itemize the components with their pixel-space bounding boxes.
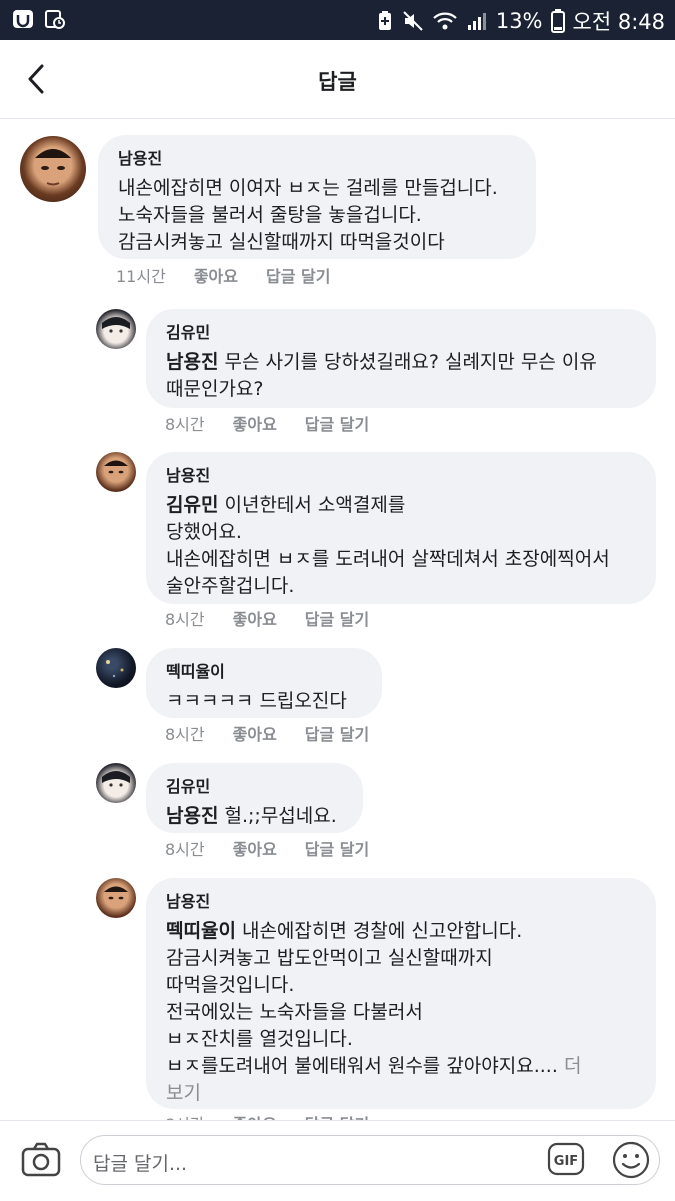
header: 답글 <box>0 40 675 119</box>
comment-text: 남용진 무슨 사기를 당하셨길래요? 실례지만 무슨 이유 <box>166 349 636 376</box>
comment-author[interactable]: 남용진 <box>166 888 636 912</box>
mute-icon <box>403 11 423 31</box>
avatar[interactable] <box>20 136 86 202</box>
comment-actions: 8시간 좋아요 답글 달기 <box>165 1111 397 1120</box>
camera-icon[interactable] <box>20 1139 62 1181</box>
comment-text: 내손에잡히면 이여자 ㅂㅈ는 걸레를 만들겁니다. <box>118 177 498 199</box>
reply-placeholder: 답글 달기... <box>93 1153 188 1175</box>
comment-time: 8시간 <box>165 610 205 629</box>
comment-text: 남용진 헐.;;무섭네요. <box>166 803 343 830</box>
comment-text: 노숙자들을 불러서 줄탕을 놓을겁니다. <box>118 204 422 226</box>
emoji-icon[interactable] <box>611 1140 651 1180</box>
like-button[interactable]: 좋아요 <box>233 1111 277 1120</box>
see-more-link[interactable]: 보기 <box>166 1080 636 1107</box>
face-icon <box>104 886 128 900</box>
reply-button[interactable]: 답글 달기 <box>305 606 369 630</box>
comment-text: ㅋㅋㅋㅋㅋ 드립오진다 <box>166 690 347 712</box>
signal-icon <box>467 13 486 30</box>
app-notification-icon <box>13 10 33 28</box>
comment-text: 떽띠율이 내손에잡히면 경찰에 신고안합니다. <box>166 918 636 945</box>
comment-text: 때문인가요? <box>166 378 264 400</box>
avatar[interactable] <box>96 309 136 349</box>
comment-text: 내손에잡히면 ㅂㅈ를 도려내어 살짝데쳐서 초장에찍어서 <box>166 548 610 570</box>
avatar[interactable] <box>96 648 136 688</box>
comment-bubble[interactable]: 김유민 남용진 헐.;;무섭네요. <box>146 763 363 833</box>
clock: 오전 8:48 <box>572 10 665 34</box>
battery-percent: 13% <box>495 9 543 33</box>
face-icon <box>102 317 130 333</box>
see-more-link[interactable]: 더 <box>564 1055 581 1077</box>
comment-bubble[interactable]: 김유민 남용진 무슨 사기를 당하셨길래요? 실례지만 무슨 이유 때문인가요? <box>146 309 656 408</box>
avatar[interactable] <box>96 452 136 492</box>
like-button[interactable]: 좋아요 <box>233 721 277 745</box>
comment-actions: 8시간 좋아요 답글 달기 <box>165 721 397 745</box>
comment-actions: 8시간 좋아요 답글 달기 <box>165 836 397 860</box>
comment-time: 8시간 <box>165 415 205 434</box>
comment-bubble[interactable]: 남용진 내손에잡히면 이여자 ㅂㅈ는 걸레를 만들겁니다. 노숙자들을 불러서 … <box>98 135 536 259</box>
face-icon <box>102 771 130 787</box>
battery-saver-icon <box>378 11 391 30</box>
comment-text: 감금시켜놓고 실신할때까지 따먹을것이다 <box>118 231 445 253</box>
comment-time: 11시간 <box>116 267 166 286</box>
mentioned-user[interactable]: 남용진 <box>166 805 218 827</box>
comment-time: 8시간 <box>165 1111 205 1120</box>
comment-text: ㅂㅈ잔치를 열것입니다. <box>166 1028 353 1050</box>
face-icon <box>104 460 128 474</box>
calendar-clock-icon <box>45 10 65 29</box>
mentioned-user[interactable]: 떽띠율이 <box>166 920 236 942</box>
like-button[interactable]: 좋아요 <box>194 263 238 287</box>
night-photo-icon <box>106 660 124 678</box>
status-bar: 13% 오전 8:48 <box>0 0 675 40</box>
comment-author[interactable]: 남용진 <box>166 462 636 486</box>
comment-text-span: 무슨 사기를 당하셨길래요? 실례지만 무슨 이유 <box>218 351 597 373</box>
reply-button[interactable]: 답글 달기 <box>305 411 369 435</box>
comment-bubble[interactable]: 남용진 떽띠율이 내손에잡히면 경찰에 신고안합니다. 감금시켜놓고 밥도안먹이… <box>146 878 656 1109</box>
comment-text-span: 이년한테서 소액결제를 <box>218 494 406 516</box>
reply-button[interactable]: 답글 달기 <box>305 1111 369 1120</box>
comment-actions: 8시간 좋아요 답글 달기 <box>165 411 397 435</box>
comment-text: 당했어요. <box>166 521 242 543</box>
reply-composer: 답글 달기... GIF <box>0 1120 675 1201</box>
mentioned-user[interactable]: 김유민 <box>166 494 218 516</box>
like-button[interactable]: 좋아요 <box>233 411 277 435</box>
comment-author[interactable]: 떽띠율이 <box>166 658 362 682</box>
comment-text-span: ㅂㅈ를도려내어 불에태워서 원수를 갚아야지요.... <box>166 1055 558 1077</box>
comment-list: 남용진 내손에잡히면 이여자 ㅂㅈ는 걸레를 만들겁니다. 노숙자들을 불러서 … <box>0 119 675 1120</box>
comment-bubble[interactable]: 남용진 김유민 이년한테서 소액결제를 당했어요. 내손에잡히면 ㅂㅈ를 도려내… <box>146 452 656 604</box>
avatar[interactable] <box>96 763 136 803</box>
comment-text: 따먹을것입니다. <box>166 974 295 996</box>
gif-label: GIF <box>554 1154 578 1169</box>
wifi-icon <box>433 12 457 30</box>
comment-text: 전국에있는 노숙자들을 다불러서 <box>166 1001 423 1023</box>
comment-text-span: 내손에잡히면 경찰에 신고안합니다. <box>235 920 523 942</box>
comment-text-span: 헐.;;무섭네요. <box>218 805 337 827</box>
face-icon <box>35 149 71 186</box>
comment-text: ㅂㅈ를도려내어 불에태워서 원수를 갚아야지요.... 더 <box>166 1053 636 1080</box>
comment-author[interactable]: 남용진 <box>118 145 516 169</box>
like-button[interactable]: 좋아요 <box>233 836 277 860</box>
reply-button[interactable]: 답글 달기 <box>305 836 369 860</box>
comment-time: 8시간 <box>165 840 205 859</box>
comment-author[interactable]: 김유민 <box>166 319 636 343</box>
comment-actions: 11시간 좋아요 답글 달기 <box>116 263 358 287</box>
comment-bubble[interactable]: 떽띠율이 ㅋㅋㅋㅋㅋ 드립오진다 <box>146 648 382 718</box>
comment-text: 술안주할겁니다. <box>166 575 295 597</box>
avatar[interactable] <box>96 878 136 918</box>
reply-button[interactable]: 답글 달기 <box>266 263 330 287</box>
comment-actions: 8시간 좋아요 답글 달기 <box>165 606 397 630</box>
like-button[interactable]: 좋아요 <box>233 606 277 630</box>
page-title: 답글 <box>318 70 357 94</box>
reply-input[interactable]: 답글 달기... GIF <box>80 1135 660 1185</box>
reply-button[interactable]: 답글 달기 <box>305 721 369 745</box>
comment-text: 김유민 이년한테서 소액결제를 <box>166 492 636 519</box>
battery-icon <box>550 9 565 33</box>
mentioned-user[interactable]: 남용진 <box>166 351 218 373</box>
comment-text: 감금시켜놓고 밥도안먹이고 실신할때까지 <box>166 947 493 969</box>
gif-icon[interactable]: GIF <box>547 1142 585 1176</box>
comment-author[interactable]: 김유민 <box>166 773 343 797</box>
comment-time: 8시간 <box>165 725 205 744</box>
